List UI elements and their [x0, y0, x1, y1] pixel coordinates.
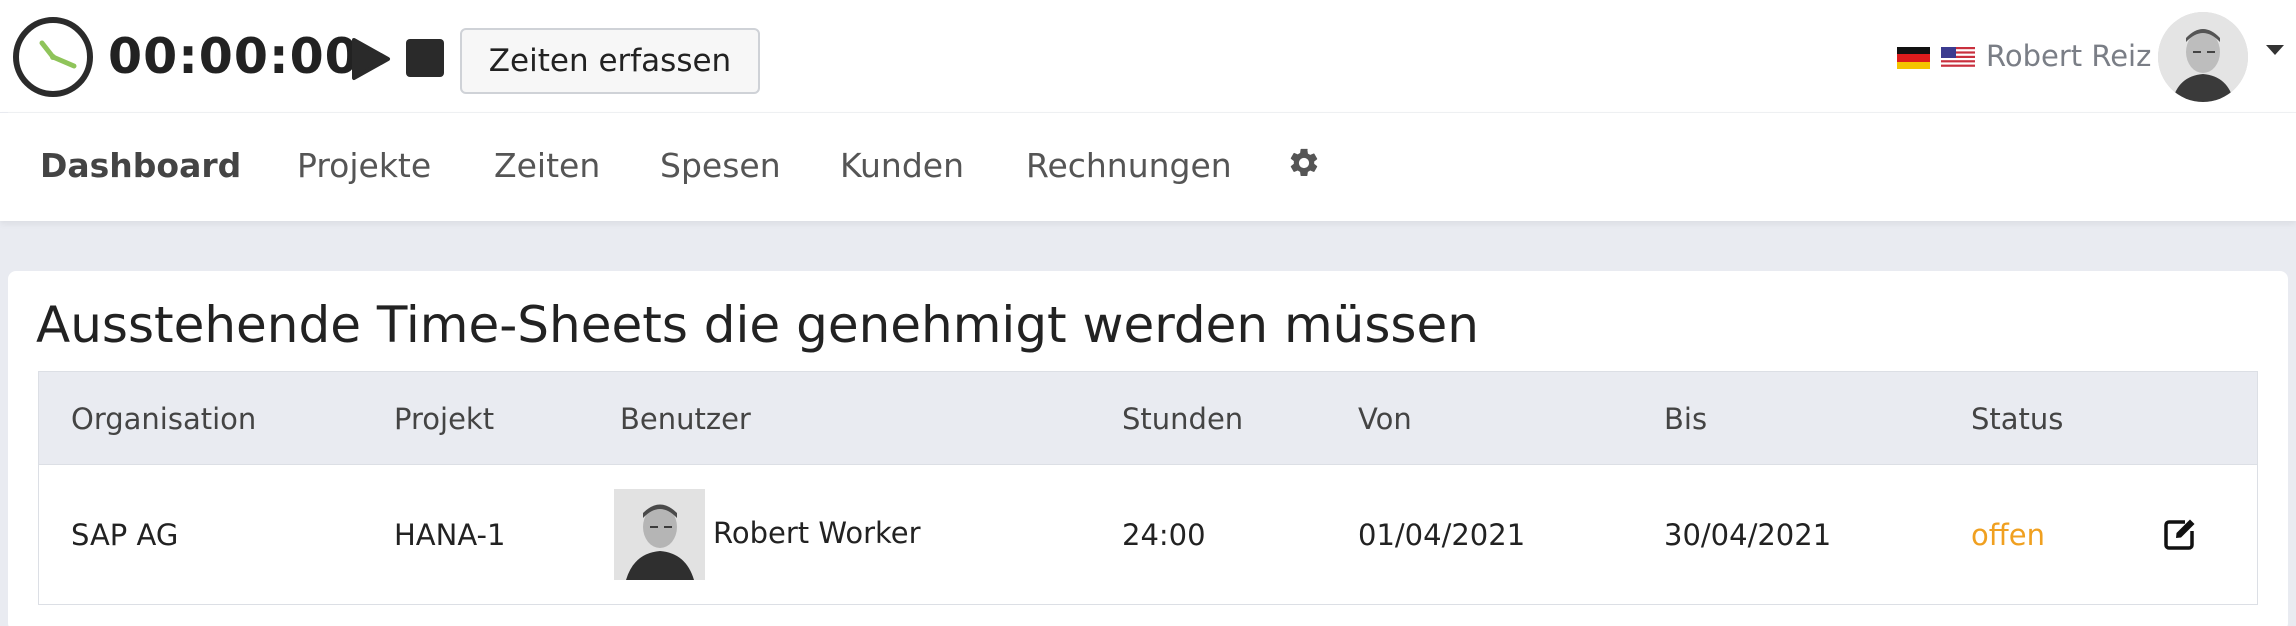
cell-projekt: HANA-1 [394, 518, 506, 552]
cell-bis: 30/04/2021 [1664, 518, 1832, 552]
column-header-bis[interactable]: Bis [1664, 372, 1707, 466]
nav-item-zeiten[interactable]: Zeiten [494, 143, 600, 189]
cell-benutzer: Robert Worker [713, 516, 921, 550]
user-name[interactable]: Robert Reiz [1986, 36, 2151, 76]
cell-von: 01/04/2021 [1358, 518, 1526, 552]
pending-timesheets-panel: Ausstehende Time-Sheets die genehmigt we… [8, 271, 2288, 626]
column-header-benutzer[interactable]: Benutzer [620, 372, 751, 466]
stop-icon[interactable] [406, 39, 444, 77]
user-avatar [614, 489, 705, 580]
timer-display: 00:00:00 [108, 28, 360, 85]
column-header-projekt[interactable]: Projekt [394, 372, 494, 466]
panel-title: Ausstehende Time-Sheets die genehmigt we… [36, 296, 1479, 354]
chevron-down-icon[interactable] [2266, 45, 2284, 55]
column-header-von[interactable]: Von [1358, 372, 1412, 466]
column-header-organisation[interactable]: Organisation [71, 372, 256, 466]
top-bar: 00:00:00 Zeiten erfassen Robert Reiz [0, 0, 2296, 112]
nav-item-rechnungen[interactable]: Rechnungen [1026, 143, 1232, 189]
avatar[interactable] [2158, 12, 2248, 102]
status-badge: offen [1971, 518, 2045, 552]
main-nav: Dashboard Projekte Zeiten Spesen Kunden … [0, 113, 2296, 221]
nav-item-kunden[interactable]: Kunden [840, 143, 964, 189]
timesheets-table: Organisation Projekt Benutzer Stunden Vo… [38, 371, 2258, 605]
edit-icon[interactable] [2163, 517, 2197, 551]
table-header: Organisation Projekt Benutzer Stunden Vo… [38, 371, 2258, 465]
cell-organisation: SAP AG [71, 518, 179, 552]
cell-stunden: 24:00 [1122, 518, 1206, 552]
table-row[interactable]: SAP AG HANA-1 Robert Worker 24:00 01/04/… [38, 465, 2258, 605]
nav-item-spesen[interactable]: Spesen [660, 143, 781, 189]
flag-germany-icon[interactable] [1897, 47, 1930, 69]
nav-item-projekte[interactable]: Projekte [297, 143, 431, 189]
column-header-status[interactable]: Status [1971, 372, 2063, 466]
nav-item-dashboard[interactable]: Dashboard [40, 143, 241, 189]
gear-icon[interactable] [1287, 146, 1321, 180]
column-header-stunden[interactable]: Stunden [1122, 372, 1243, 466]
play-icon[interactable] [350, 37, 392, 81]
track-time-button[interactable]: Zeiten erfassen [460, 28, 760, 94]
clock-icon [13, 17, 93, 97]
flag-usa-icon[interactable] [1941, 47, 1975, 69]
